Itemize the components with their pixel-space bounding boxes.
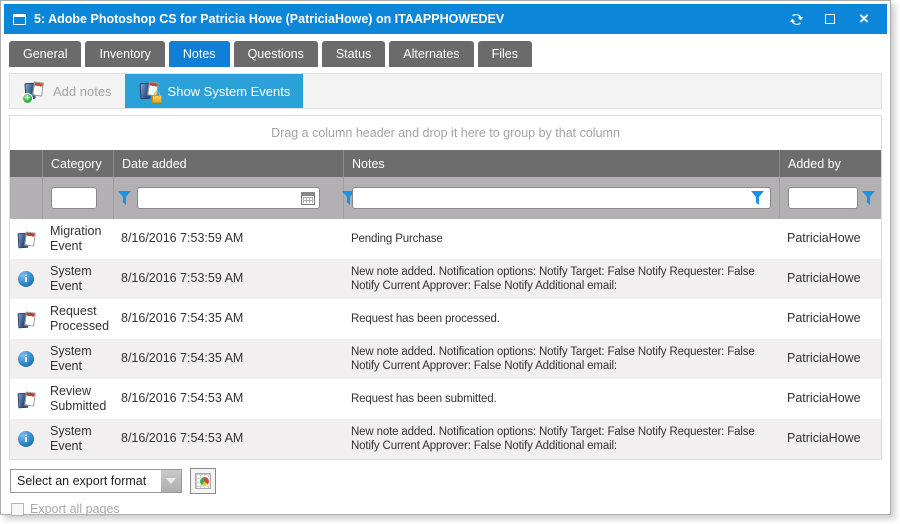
- table-row[interactable]: System Event 8/16/2016 7:54:35 AM New no…: [10, 339, 881, 379]
- grid-body: Migration Event 8/16/2016 7:53:59 AM Pen…: [10, 219, 881, 459]
- table-row[interactable]: Migration Event 8/16/2016 7:53:59 AM Pen…: [10, 219, 881, 259]
- cell-added-by: PatriciaHowe: [779, 379, 881, 419]
- close-icon: ×: [859, 10, 869, 27]
- table-row[interactable]: System Event 8/16/2016 7:53:59 AM New no…: [10, 259, 881, 299]
- export-all-pages-label: Export all pages: [30, 502, 120, 516]
- table-row[interactable]: Review Submitted 8/16/2016 7:54:53 AM Re…: [10, 379, 881, 419]
- cell-category: System Event: [42, 419, 113, 459]
- info-icon: [18, 271, 34, 287]
- column-header-added-by[interactable]: Added by: [779, 150, 881, 177]
- add-notes-icon: +: [23, 81, 46, 102]
- cell-added-by: PatriciaHowe: [779, 339, 881, 379]
- added-by-filter-icon[interactable]: [862, 191, 875, 205]
- date-filter-input[interactable]: [138, 189, 301, 207]
- title-bar: 5: Adobe Photoshop CS for Patricia Howe …: [4, 4, 887, 34]
- info-icon: [18, 431, 34, 447]
- note-type-icon: [17, 231, 35, 248]
- notes-grid: Drag a column header and drop it here to…: [9, 115, 882, 460]
- window-icon: [13, 14, 26, 25]
- info-icon: [18, 351, 34, 367]
- cell-date-added: 8/16/2016 7:54:35 AM: [113, 339, 343, 379]
- cell-notes: Request has been processed.: [343, 299, 779, 339]
- show-system-events-button[interactable]: Show System Events: [125, 74, 304, 108]
- tab-status[interactable]: Status: [322, 41, 385, 67]
- column-header-notes[interactable]: Notes: [343, 150, 779, 177]
- cell-notes: New note added. Notification options: No…: [343, 259, 779, 299]
- cell-date-added: 8/16/2016 7:53:59 AM: [113, 259, 343, 299]
- notes-filter-input[interactable]: [352, 187, 771, 209]
- category-filter-input[interactable]: [51, 187, 97, 209]
- tab-questions[interactable]: Questions: [234, 41, 318, 67]
- grid-filter-row: [10, 177, 881, 219]
- close-button[interactable]: ×: [847, 4, 881, 34]
- category-filter-icon[interactable]: [118, 191, 131, 205]
- tab-strip: General Inventory Notes Questions Status…: [9, 41, 882, 67]
- column-header-category[interactable]: Category: [42, 150, 113, 177]
- cell-added-by: PatriciaHowe: [779, 219, 881, 259]
- tab-inventory[interactable]: Inventory: [85, 41, 164, 67]
- cell-added-by: PatriciaHowe: [779, 419, 881, 459]
- group-by-drop-zone: Drag a column header and drop it here to…: [10, 116, 881, 150]
- note-type-icon: [17, 311, 35, 328]
- export-icon: [195, 473, 211, 489]
- cell-notes: Pending Purchase: [343, 219, 779, 259]
- table-row[interactable]: System Event 8/16/2016 7:54:53 AM New no…: [10, 419, 881, 459]
- cell-category: Migration Event: [42, 219, 113, 259]
- column-header-date-added[interactable]: Date added: [113, 150, 343, 177]
- table-row[interactable]: Request Processed 8/16/2016 7:54:35 AM R…: [10, 299, 881, 339]
- note-type-icon: [17, 391, 35, 408]
- refresh-button[interactable]: [779, 4, 813, 34]
- cell-added-by: PatriciaHowe: [779, 299, 881, 339]
- export-all-pages-checkbox[interactable]: [11, 503, 24, 516]
- add-notes-label: Add notes: [53, 84, 112, 99]
- cell-date-added: 8/16/2016 7:54:35 AM: [113, 299, 343, 339]
- calendar-icon[interactable]: [301, 192, 315, 205]
- refresh-icon: [789, 12, 804, 27]
- chevron-down-icon[interactable]: [161, 470, 181, 492]
- maximize-icon: [825, 14, 835, 24]
- cell-added-by: PatriciaHowe: [779, 259, 881, 299]
- export-format-selected-value: Select an export format: [11, 470, 161, 492]
- cell-category: Request Processed: [42, 299, 113, 339]
- cell-category: System Event: [42, 339, 113, 379]
- maximize-button[interactable]: [813, 4, 847, 34]
- tab-files[interactable]: Files: [478, 41, 532, 67]
- column-header-icon[interactable]: [10, 150, 42, 177]
- cell-notes: New note added. Notification options: No…: [343, 339, 779, 379]
- add-notes-button[interactable]: + Add notes: [10, 74, 125, 108]
- cell-date-added: 8/16/2016 7:54:53 AM: [113, 419, 343, 459]
- show-system-events-label: Show System Events: [168, 84, 291, 99]
- tab-alternates[interactable]: Alternates: [389, 41, 473, 67]
- show-system-events-icon: [138, 81, 161, 102]
- cell-date-added: 8/16/2016 7:54:53 AM: [113, 379, 343, 419]
- tab-general[interactable]: General: [9, 41, 81, 67]
- notes-toolbar: + Add notes Show System Events: [9, 73, 882, 109]
- tab-notes[interactable]: Notes: [169, 41, 230, 67]
- cell-date-added: 8/16/2016 7:53:59 AM: [113, 219, 343, 259]
- cell-notes: New note added. Notification options: No…: [343, 419, 779, 459]
- cell-notes: Request has been submitted.: [343, 379, 779, 419]
- grid-header-row: Category Date added Notes Added by: [10, 150, 881, 177]
- added-by-filter-input[interactable]: [788, 187, 858, 209]
- cell-category: System Event: [42, 259, 113, 299]
- cell-category: Review Submitted: [42, 379, 113, 419]
- window-title: 5: Adobe Photoshop CS for Patricia Howe …: [34, 12, 779, 26]
- export-format-dropdown[interactable]: Select an export format: [10, 469, 182, 493]
- dialog-window: 5: Adobe Photoshop CS for Patricia Howe …: [0, 0, 891, 515]
- export-button[interactable]: [190, 468, 216, 494]
